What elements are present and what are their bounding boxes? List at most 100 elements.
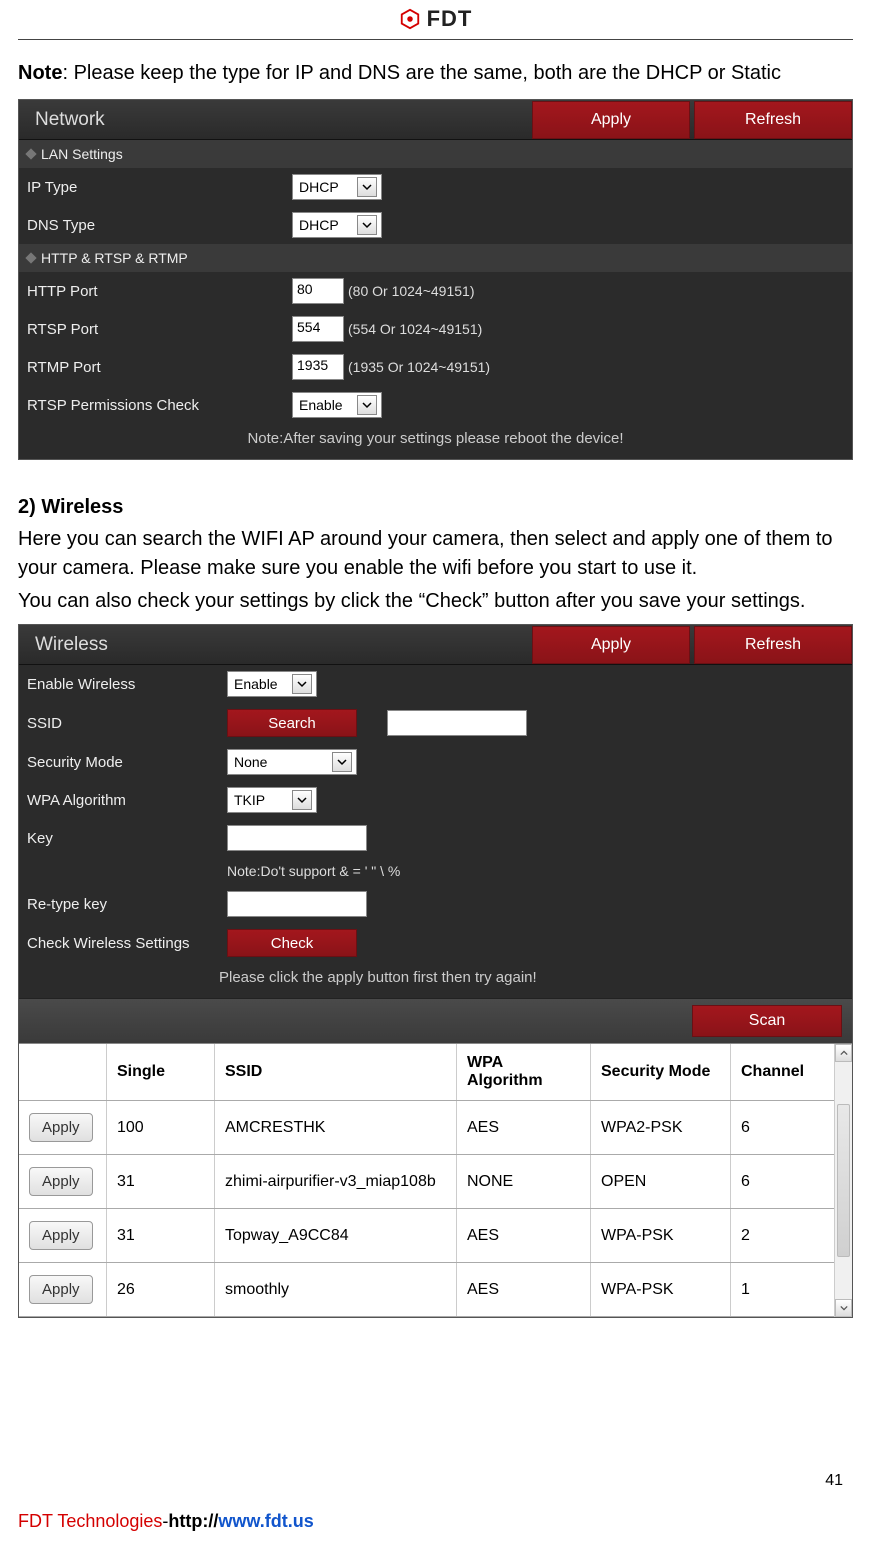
security-mode-value: None: [234, 754, 328, 770]
security-mode-select[interactable]: None: [227, 749, 357, 775]
wireless-panel: Wireless Apply Refresh Enable Wireless E…: [18, 624, 853, 1318]
network-title: Network: [19, 109, 532, 131]
col-wpa: WPA Algorithm: [457, 1044, 591, 1100]
diamond-icon: [25, 148, 36, 159]
chevron-down-icon: [292, 790, 312, 810]
rtsp-port-label: RTSP Port: [27, 321, 292, 338]
cell-ssid: zhimi-airpurifier-v3_miap108b: [215, 1155, 457, 1208]
cell-wpa: AES: [457, 1101, 591, 1154]
cell-channel: 6: [731, 1101, 825, 1154]
rtsp-perm-select[interactable]: Enable: [292, 392, 382, 418]
enable-wireless-label: Enable Wireless: [27, 676, 227, 693]
enable-wireless-select[interactable]: Enable: [227, 671, 317, 697]
network-panel-note: Note:After saving your settings please r…: [19, 424, 852, 459]
rtmp-port-hint: (1935 Or 1024~49151): [348, 359, 490, 375]
wireless-apply-button[interactable]: Apply: [532, 626, 690, 664]
note-label: Note: [18, 62, 62, 84]
rtsp-perm-label: RTSP Permissions Check: [27, 397, 292, 414]
cell-mode: WPA2-PSK: [591, 1101, 731, 1154]
network-refresh-button[interactable]: Refresh: [694, 101, 852, 139]
network-panel-header: Network Apply Refresh: [19, 100, 852, 140]
cell-ssid: smoothly: [215, 1263, 457, 1316]
ip-type-select[interactable]: DHCP: [292, 174, 382, 200]
cell-single: 31: [107, 1155, 215, 1208]
scan-bar: Scan: [19, 998, 852, 1043]
http-port-label: HTTP Port: [27, 283, 292, 300]
cell-ssid: Topway_A9CC84: [215, 1209, 457, 1262]
col-mode: Security Mode: [591, 1044, 731, 1100]
row-apply-button[interactable]: Apply: [29, 1275, 93, 1304]
table-row: Apply 100 AMCRESTHK AES WPA2-PSK 6: [19, 1101, 834, 1155]
col-apply: [19, 1044, 107, 1100]
scroll-up-icon[interactable]: [835, 1044, 852, 1062]
cell-single: 31: [107, 1209, 215, 1262]
rtsp-port-hint: (554 Or 1024~49151): [348, 321, 482, 337]
dns-type-select[interactable]: DHCP: [292, 212, 382, 238]
table-scrollbar[interactable]: [834, 1044, 852, 1317]
footer-company: FDT Technologies: [18, 1511, 162, 1531]
wireless-p2: You can also check your settings by clic…: [18, 587, 853, 616]
wpa-algorithm-value: TKIP: [234, 792, 288, 808]
table-row: Apply 31 Topway_A9CC84 AES WPA-PSK 2: [19, 1209, 834, 1263]
row-apply-button[interactable]: Apply: [29, 1167, 93, 1196]
page-number: 41: [825, 1472, 843, 1490]
lan-settings-section: LAN Settings: [19, 140, 852, 168]
scan-button[interactable]: Scan: [692, 1005, 842, 1037]
security-mode-label: Security Mode: [27, 754, 227, 771]
cell-wpa: NONE: [457, 1155, 591, 1208]
wireless-panel-note: Please click the apply button first then…: [19, 963, 852, 998]
fdt-logo-icon: [399, 8, 421, 30]
dns-type-value: DHCP: [299, 217, 353, 233]
row-apply-button[interactable]: Apply: [29, 1221, 93, 1250]
wireless-p1: Here you can search the WIFI AP around y…: [18, 525, 853, 583]
wireless-title: Wireless: [19, 634, 532, 656]
key-input[interactable]: [227, 825, 367, 851]
wpa-algorithm-label: WPA Algorithm: [27, 792, 227, 809]
cell-ssid: AMCRESTHK: [215, 1101, 457, 1154]
page-footer: FDT Technologies-http://www.fdt.us: [18, 1511, 853, 1532]
ssid-label: SSID: [27, 715, 227, 732]
col-channel: Channel: [731, 1044, 825, 1100]
wireless-heading: 2) Wireless: [18, 496, 853, 519]
chevron-down-icon: [332, 752, 352, 772]
wpa-algorithm-select[interactable]: TKIP: [227, 787, 317, 813]
cell-single: 100: [107, 1101, 215, 1154]
enable-wireless-value: Enable: [234, 676, 288, 692]
http-rtsp-label: HTTP & RTSP & RTMP: [41, 250, 188, 266]
key-label: Key: [27, 830, 227, 847]
scroll-down-icon[interactable]: [835, 1299, 852, 1317]
http-port-hint: (80 Or 1024~49151): [348, 283, 474, 299]
note-line: Note: Please keep the type for IP and DN…: [18, 62, 853, 85]
lan-settings-label: LAN Settings: [41, 146, 123, 162]
col-single: Single: [107, 1044, 215, 1100]
network-apply-button[interactable]: Apply: [532, 101, 690, 139]
table-row: Apply 31 zhimi-airpurifier-v3_miap108b N…: [19, 1155, 834, 1209]
rtmp-port-input[interactable]: 1935: [292, 354, 344, 380]
cell-channel: 6: [731, 1155, 825, 1208]
http-port-input[interactable]: 80: [292, 278, 344, 304]
key-note: Note:Do't support & = ' " \ %: [227, 863, 400, 879]
http-rtsp-section: HTTP & RTSP & RTMP: [19, 244, 852, 272]
rtsp-perm-value: Enable: [299, 397, 353, 413]
ssid-search-button[interactable]: Search: [227, 709, 357, 737]
wireless-panel-header: Wireless Apply Refresh: [19, 625, 852, 665]
cell-mode: WPA-PSK: [591, 1209, 731, 1262]
brand-text: FDT: [427, 6, 473, 32]
check-button[interactable]: Check: [227, 929, 357, 957]
scroll-thumb[interactable]: [837, 1104, 850, 1257]
footer-url: www.fdt.us: [218, 1511, 313, 1531]
cell-channel: 2: [731, 1209, 825, 1262]
row-apply-button[interactable]: Apply: [29, 1113, 93, 1142]
col-ssid: SSID: [215, 1044, 457, 1100]
ssid-input[interactable]: [387, 710, 527, 736]
ip-type-value: DHCP: [299, 179, 353, 195]
page-header: FDT: [18, 0, 853, 40]
wireless-refresh-button[interactable]: Refresh: [694, 626, 852, 664]
check-settings-label: Check Wireless Settings: [27, 935, 227, 952]
rtsp-port-input[interactable]: 554: [292, 316, 344, 342]
retype-key-input[interactable]: [227, 891, 367, 917]
chevron-down-icon: [357, 395, 377, 415]
chevron-down-icon: [357, 215, 377, 235]
retype-key-label: Re-type key: [27, 896, 227, 913]
ip-type-label: IP Type: [27, 179, 292, 196]
